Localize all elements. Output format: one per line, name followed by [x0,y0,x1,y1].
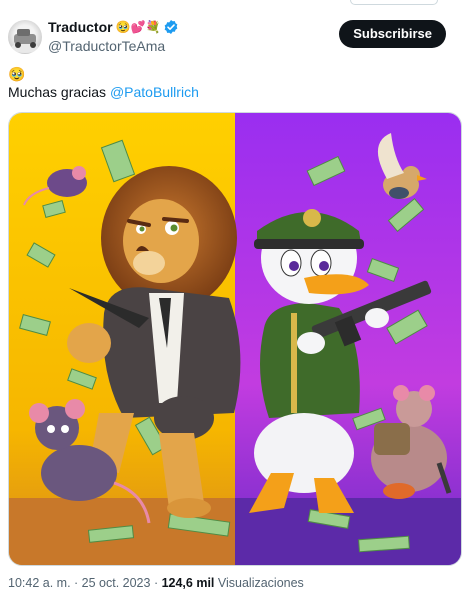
meta-separator: · [70,576,82,590]
avatar-photo-icon [11,29,39,53]
verified-badge-icon [165,20,178,34]
tweet-meta: 10:42 a. m. · 25 oct. 2023 · 124,6 mil V… [8,576,304,590]
tweet-header: Traductor 🥹💕💐 @TraductorTeAma Subscribir… [8,18,466,58]
views-label: Visualizaciones [214,576,304,590]
tweet-text-prefix: Muchas gracias [8,84,110,100]
display-name[interactable]: Traductor [48,19,113,35]
tweet-text: Muchas gracias @PatoBullrich [8,84,199,100]
previous-card-edge [350,0,438,5]
tweet-date[interactable]: 25 oct. 2023 [82,576,151,590]
tweet-time[interactable]: 10:42 a. m. [8,576,71,590]
mention-link[interactable]: @PatoBullrich [110,84,199,100]
avatar[interactable] [8,20,42,54]
author-names: Traductor 🥹💕💐 @TraductorTeAma [48,18,179,54]
author-handle[interactable]: @TraductorTeAma [48,38,179,54]
name-emojis: 🥹💕💐 [115,20,161,34]
tweet-emoji: 🥹 [8,66,26,82]
meta-separator: · [150,576,162,590]
subscribe-button[interactable]: Subscribirse [339,20,446,48]
views-count: 124,6 mil [161,576,215,590]
tweet-image[interactable] [8,112,462,566]
cartoon-lion-and-duck-image-icon [9,113,461,565]
